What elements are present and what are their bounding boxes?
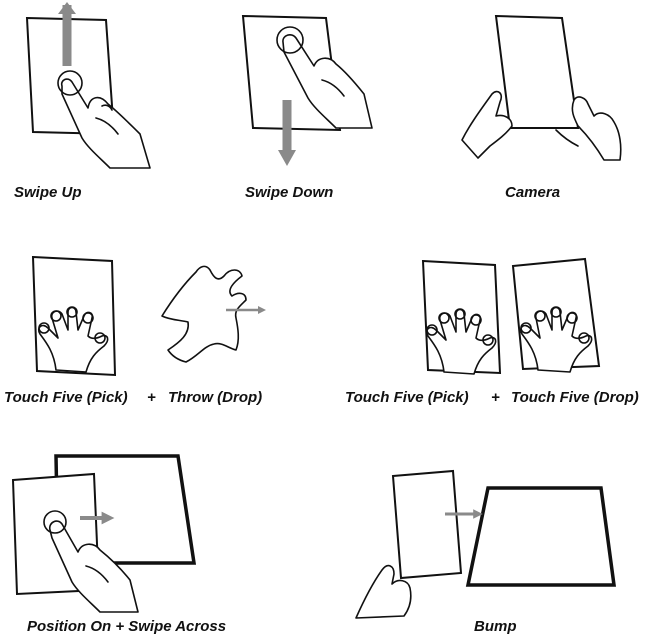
touch-five-pick-throw-illustration bbox=[31, 255, 267, 377]
label-plus: + bbox=[491, 389, 500, 406]
label-swipe-down: Swipe Down bbox=[245, 184, 334, 201]
label-touch-five-pick: Touch Five (Pick) bbox=[345, 389, 469, 406]
gesture-diagram bbox=[11, 2, 622, 619]
label-plus: + bbox=[147, 389, 156, 406]
camera-illustration bbox=[461, 14, 622, 161]
right-hand-icon bbox=[571, 96, 622, 161]
target-screen bbox=[465, 486, 617, 587]
label-touch-five-drop: Touch Five (Drop) bbox=[511, 389, 639, 406]
swipe-up-illustration bbox=[25, 2, 151, 169]
swipe-down-illustration bbox=[241, 14, 373, 166]
position-on-swipe-across-illustration bbox=[11, 454, 197, 613]
label-throw-drop: Throw (Drop) bbox=[168, 389, 263, 406]
bump-illustration bbox=[355, 469, 617, 619]
phone-device bbox=[494, 14, 580, 129]
phone-device bbox=[391, 469, 463, 580]
label-position-on-swipe-across: Position On + Swipe Across bbox=[27, 618, 227, 635]
label-bump: Bump bbox=[474, 618, 517, 635]
label-camera: Camera bbox=[505, 184, 561, 201]
label-swipe-up: Swipe Up bbox=[14, 184, 82, 201]
touch-five-pick-drop-illustration bbox=[421, 257, 601, 375]
throwing-hand-icon bbox=[161, 265, 247, 363]
left-hand-icon bbox=[461, 90, 513, 159]
label-touch-five-pick: Touch Five (Pick) bbox=[4, 389, 128, 406]
